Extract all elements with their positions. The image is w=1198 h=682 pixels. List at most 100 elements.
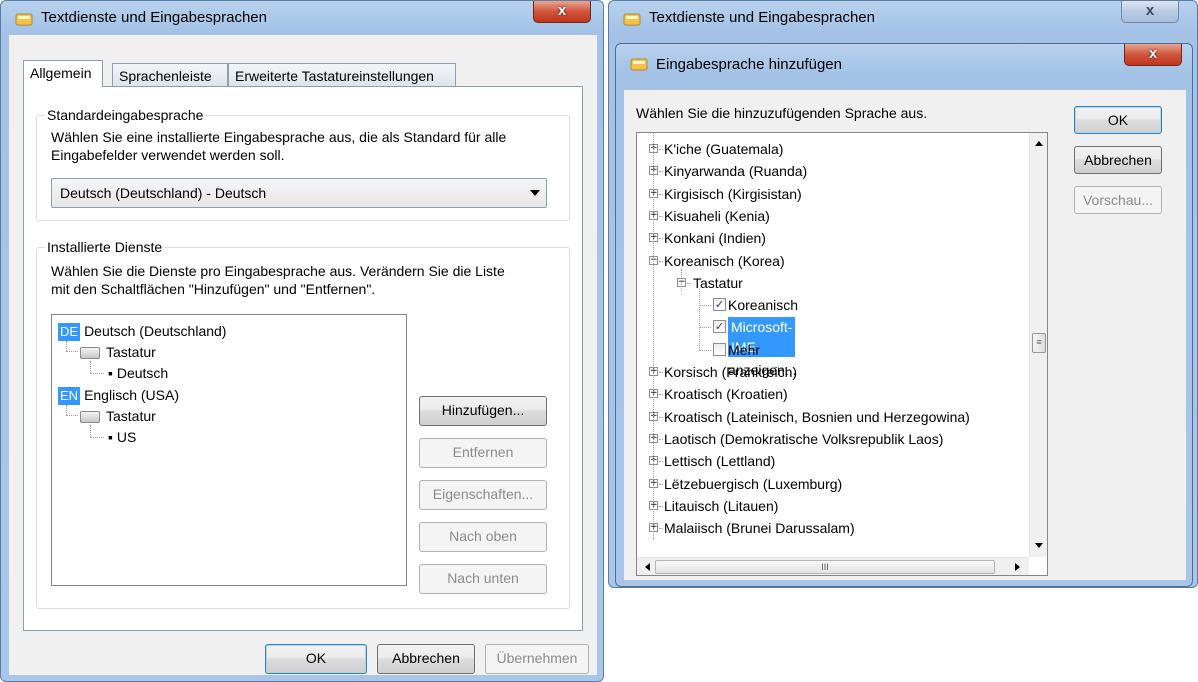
tree-line [66,405,67,415]
tree-layout-item[interactable]: ▪ US [108,427,136,447]
tree-line [659,483,663,485]
tree-language-de[interactable]: DE Deutsch (Deutschland) [58,321,226,341]
dialog-client-area: Allgemein Sprachenleiste Erweiterte Tast… [9,35,597,675]
tab-sprachenleiste[interactable]: Sprachenleiste [112,63,228,87]
tree-language-item[interactable]: + Lëtzebuergisch (Luxemburg) [637,474,1029,494]
tree-line [90,425,91,437]
tree-language-item[interactable]: + Korsisch (Frankreich) [637,362,1029,382]
tree-line [659,394,663,396]
tab-erweiterte-tastatureinstellungen[interactable]: Erweiterte Tastatureinstellungen [228,63,456,87]
preview-button[interactable]: Vorschau... [1074,186,1162,214]
title-bar[interactable]: Eingabesprache hinzufügen x [616,44,1192,78]
language-label: Kirgisisch (Kirgisistan) [664,185,802,202]
scroll-left-icon[interactable] [645,563,650,571]
move-down-button[interactable]: Nach unten [419,564,547,594]
group-title: Standardeingabesprache [45,107,206,123]
tree-language-item[interactable]: + Laotisch (Demokratische Volksrepublik L… [637,429,1029,449]
horizontal-scrollbar[interactable]: III [637,557,1029,575]
tree-line [659,215,663,217]
checkbox-checked[interactable]: ✓ [713,320,726,334]
dialog-client-area: Wählen Sie die hinzuzufügenden Sprache a… [624,90,1186,580]
checkbox-checked[interactable]: ✓ [713,298,726,312]
remove-button[interactable]: Entfernen [419,438,547,468]
tree-language-item[interactable]: + Konkani (Indien) [637,228,1029,248]
window-title: Textdienste und Eingabesprachen [41,9,267,26]
scroll-right-icon[interactable] [1015,563,1020,571]
language-label: Lëtzebuergisch (Luxemburg) [664,475,843,492]
tree-language-item[interactable]: + K'iche (Guatemala) [637,139,1029,159]
close-button[interactable]: x [1121,1,1179,23]
language-badge: EN [58,387,81,405]
tree-language-item[interactable]: + Kisuaheli (Kenia) [637,206,1029,226]
tree-line [699,349,711,351]
scroll-down-icon[interactable] [1035,543,1043,548]
cancel-button[interactable]: Abbrechen [1074,146,1162,174]
tab-panel-allgemein: Standardeingabesprache Wählen Sie eine i… [23,86,583,631]
default-language-select[interactable]: Deutsch (Deutschland) - Deutsch [51,178,547,208]
properties-button[interactable]: Eigenschaften... [419,480,547,510]
ok-button[interactable]: OK [265,644,367,674]
tree-line [66,341,67,351]
language-tree[interactable]: + K'iche (Guatemala) + Kinyarwanda (Ruanda)… [636,132,1048,576]
tab-allgemein[interactable]: Allgemein [23,60,103,87]
tree-language-item[interactable]: + Lettisch (Lettland) [637,451,1029,471]
tree-line [699,288,700,350]
tree-line [66,351,78,352]
language-label: Koreanisch (Korea) [664,252,785,269]
tree-category-keyboard[interactable]: Tastatur [80,406,156,426]
tree-line [659,372,663,373]
language-label: Laotisch (Demokratische Volksrepublik La… [664,430,944,447]
tree-line [653,133,654,541]
tree-language-item[interactable]: + Litauisch (Litauen) [637,496,1029,516]
window-title: Textdienste und Eingabesprachen [649,9,875,26]
title-bar[interactable]: Textdienste und Eingabesprachen x [1,1,603,35]
background-dialog-window: Textdienste und Eingabesprachen x Eingab… [608,0,1198,588]
language-label: Konkani (Indien) [664,230,766,247]
tree-line [90,437,104,438]
tree-line [659,193,663,195]
chevron-down-icon[interactable] [530,190,540,196]
title-bar[interactable]: Textdienste und Eingabesprachen x [609,1,1197,35]
language-label: Korsisch (Frankreich) [664,364,798,380]
dialog-title: Eingabesprache hinzufügen [656,56,842,73]
add-button[interactable]: Hinzufügen... [419,396,547,426]
tree-language-en[interactable]: EN Englisch (USA) [58,385,179,405]
apply-button[interactable]: Übernehmen [485,644,589,674]
tree-language-item[interactable]: + Kirgisisch (Kirgisistan) [637,184,1029,204]
language-label: Deutsch (Deutschland) [84,323,227,339]
tree-category-keyboard[interactable]: Tastatur [80,342,156,362]
checkbox-unchecked[interactable] [713,342,726,356]
scroll-thumb[interactable]: ≡ [1032,333,1046,353]
category-label: Tastatur [106,408,156,424]
scroll-up-icon[interactable] [1035,141,1043,146]
language-label: Kinyarwanda (Ruanda) [664,163,808,180]
tree-language-item[interactable]: + Kinyarwanda (Ruanda) [637,161,1029,181]
tree-layout-item[interactable]: ▪ Deutsch [108,363,168,383]
installed-services-group: Installierte Dienste Wählen Sie die Dien… [36,239,570,609]
tree-line [90,361,91,373]
default-language-group: Standardeingabesprache Wählen Sie eine i… [36,107,570,221]
installed-services-tree[interactable]: DE Deutsch (Deutschland) Tastatur ▪ Deuts… [51,314,407,586]
tree-language-item[interactable]: + Kroatisch (Kroatien) [637,384,1029,404]
language-label: Englisch (USA) [84,387,179,403]
tree-language-item[interactable]: + Kroatisch (Lateinisch, Bosnien und Herz… [637,407,1029,427]
language-badge: DE [58,323,81,341]
cancel-button[interactable]: Abbrechen [377,644,475,674]
layout-label: US [116,429,137,445]
language-label: Litauisch (Litauen) [664,497,779,514]
ok-button[interactable]: OK [1074,106,1162,134]
selected-value: Deutsch (Deutschland) - Deutsch [60,185,267,201]
language-label: Kroatisch (Lateinisch, Bosnien und Herze… [664,408,970,425]
tree-language-item[interactable]: + Malaiisch (Brunei Darussalam) [637,518,1029,538]
tree-language-item[interactable]: − Koreanisch (Korea) [637,251,1029,271]
close-button[interactable]: x [1124,44,1182,66]
tree-line [66,415,78,416]
vertical-scrollbar[interactable]: ≡ [1029,133,1047,557]
hscroll-thumb[interactable]: III [655,560,995,574]
category-label: Tastatur [693,274,743,291]
close-button[interactable]: x [533,1,591,23]
tree-line [659,149,663,150]
tree-line [687,282,691,284]
tree-line [90,373,104,374]
move-up-button[interactable]: Nach oben [419,522,547,552]
